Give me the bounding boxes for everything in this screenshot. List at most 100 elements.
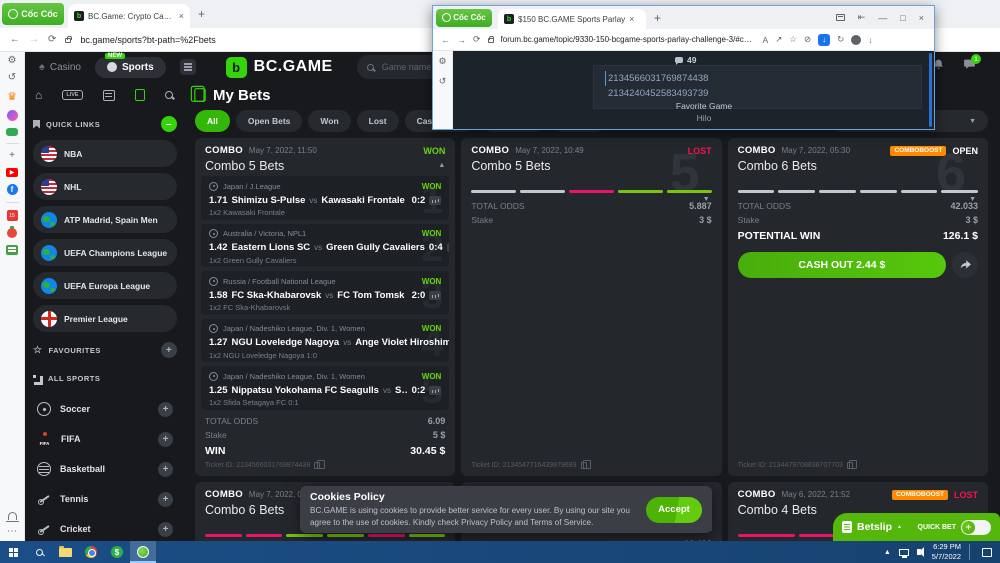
notifications-bell-icon[interactable] xyxy=(8,512,17,520)
sidebar-item-premier-league[interactable]: Premier League xyxy=(33,305,177,332)
expand-icon[interactable]: ▼ xyxy=(969,196,976,203)
copy-icon[interactable] xyxy=(847,462,853,469)
nav-casino[interactable]: ♠ Casino xyxy=(39,61,81,73)
forward-icon[interactable]: → xyxy=(457,35,466,45)
sidebar-item-soccer[interactable]: Soccer + xyxy=(33,394,177,424)
expand-fifa-button[interactable]: + xyxy=(158,432,173,447)
profile-avatar[interactable] xyxy=(851,35,861,45)
sidebar-item-nhl[interactable]: NHL xyxy=(33,173,177,200)
tray-expand-icon[interactable]: ▲ xyxy=(884,549,891,556)
games-icon[interactable] xyxy=(6,128,18,136)
expand-basketball-button[interactable]: + xyxy=(158,462,173,477)
translate-icon[interactable]: A xyxy=(763,35,769,45)
quick-bet-toggle[interactable]: + xyxy=(961,520,991,535)
messenger-icon[interactable] xyxy=(7,110,18,121)
nav-sports[interactable]: NEW Sports xyxy=(95,57,166,78)
facebook-icon[interactable]: f xyxy=(7,184,18,195)
filter-won[interactable]: Won xyxy=(308,110,350,132)
scrollbar[interactable] xyxy=(929,53,932,127)
share-button[interactable] xyxy=(952,252,978,278)
browser-tab[interactable]: b BC.Game: Crypto Casino Gam × xyxy=(68,4,190,28)
network-icon[interactable] xyxy=(899,549,909,556)
sidebar-item-basketball[interactable]: Basketball + xyxy=(33,454,177,484)
coccoc-app[interactable] xyxy=(130,541,156,563)
address-bar[interactable]: bc.game/sports?bt-path=%2Fbets xyxy=(80,35,215,45)
reload-icon[interactable]: ⟳ xyxy=(473,34,481,45)
nav-menu-button[interactable] xyxy=(180,59,196,75)
file-explorer[interactable] xyxy=(52,541,78,563)
sidebar-item-uefa-champions-league[interactable]: UEFA Champions League xyxy=(33,239,177,266)
settings-gear-icon[interactable]: ⚙ xyxy=(8,56,17,66)
stats-icon[interactable] xyxy=(429,291,441,300)
copy-icon[interactable] xyxy=(314,462,320,469)
accept-cookies-button[interactable]: Accept xyxy=(646,497,702,523)
ticket-number[interactable]: 2134566031769874438 xyxy=(605,71,921,86)
add-shortcut-icon[interactable]: + xyxy=(9,151,15,161)
forward-icon[interactable]: → xyxy=(29,34,39,45)
tab-close-icon[interactable]: × xyxy=(179,11,184,21)
sidebar-item-uefa-europa-league[interactable]: UEFA Europa League xyxy=(33,272,177,299)
pin-window-icon[interactable]: ⇤ xyxy=(858,12,866,23)
close-button[interactable]: × xyxy=(919,13,924,23)
sidebar-item-fifa[interactable]: FIFA FIFA + xyxy=(33,424,177,454)
back-icon[interactable]: ← xyxy=(441,35,450,45)
search-sports-icon[interactable] xyxy=(165,91,173,99)
back-icon[interactable]: ← xyxy=(10,34,20,45)
filter-open-bets[interactable]: Open Bets xyxy=(236,110,303,132)
sidebar-item-atp-madrid[interactable]: ATP Madrid, Spain Men xyxy=(33,206,177,233)
stats-icon[interactable] xyxy=(429,196,441,205)
my-bets-icon[interactable] xyxy=(135,89,145,101)
chrome-app[interactable] xyxy=(78,541,104,563)
betslip-bar[interactable]: Betslip ▲ QUICK BET + xyxy=(833,513,1000,541)
minimize-button[interactable]: — xyxy=(878,13,887,23)
schedule-calendar-icon[interactable] xyxy=(103,90,115,101)
popup-tab[interactable]: b $150 BC.GAME Sports Parlay × xyxy=(498,9,646,29)
maximize-button[interactable]: □ xyxy=(900,13,905,23)
download-button[interactable]: ↓ xyxy=(818,34,830,46)
expand-tennis-button[interactable]: + xyxy=(158,492,173,507)
bcgame-logo[interactable]: b BC.GAME xyxy=(226,57,333,78)
new-tab-button[interactable]: + xyxy=(198,7,205,21)
share-icon[interactable]: ↗ xyxy=(775,34,782,45)
history-icon[interactable]: ↺ xyxy=(8,73,16,83)
expand-soccer-button[interactable]: + xyxy=(158,402,173,417)
settings-gear-icon[interactable]: ⚙ xyxy=(438,56,446,67)
stats-icon[interactable] xyxy=(429,386,441,395)
coccoc-logo[interactable]: Cốc Cốc xyxy=(436,9,492,27)
collapse-quick-links-button[interactable]: – xyxy=(161,116,177,132)
taskbar-search[interactable] xyxy=(26,541,52,563)
more-options-icon[interactable]: ⋯ xyxy=(7,527,17,537)
volume-icon[interactable] xyxy=(917,549,921,555)
chat-button[interactable]: 1 xyxy=(963,58,976,76)
sidebar-item-tennis[interactable]: Tennis + xyxy=(33,484,177,514)
downloads-tray-icon[interactable]: ↓ xyxy=(868,35,872,45)
sidebar-item-nba[interactable]: NBA xyxy=(33,140,177,167)
address-bar[interactable]: forum.bc.game/topic/9330-150-bcgame-spor… xyxy=(501,35,756,44)
start-button[interactable] xyxy=(0,541,26,563)
tomato-app-icon[interactable] xyxy=(7,228,17,238)
bookmark-star-icon[interactable]: ☆ xyxy=(789,34,797,45)
crown-icon[interactable]: ♛ xyxy=(7,90,17,103)
coccoc-logo[interactable]: Cốc Cốc xyxy=(2,3,64,25)
expand-cricket-button[interactable]: + xyxy=(158,522,173,537)
live-tab[interactable]: LIVE xyxy=(62,90,82,100)
tab-search-icon[interactable] xyxy=(836,14,845,21)
tab-close-icon[interactable]: × xyxy=(629,14,634,24)
youtube-icon[interactable]: ▶ xyxy=(6,168,18,177)
action-center-icon[interactable] xyxy=(982,548,992,557)
home-icon[interactable]: ⌂ xyxy=(35,89,42,101)
taskbar-clock[interactable]: 6:29 PM 5/7/2022 xyxy=(932,542,961,562)
newsfeed-icon[interactable] xyxy=(6,245,18,255)
reload-icon[interactable]: ⟳ xyxy=(48,34,56,45)
history-icon[interactable]: ↺ xyxy=(439,76,447,87)
sidebar-item-cricket[interactable]: Cricket + xyxy=(33,514,177,541)
stats-icon[interactable] xyxy=(447,243,450,252)
calendar-app-icon[interactable]: 15 xyxy=(7,210,18,221)
sync-icon[interactable]: ↻ xyxy=(837,34,844,45)
ticket-number[interactable]: 2134240452583493739 xyxy=(608,86,921,101)
cash-out-button[interactable]: CASH OUT 2.44 $ xyxy=(738,252,946,278)
new-tab-button[interactable]: + xyxy=(654,11,661,25)
copy-icon[interactable] xyxy=(581,462,587,469)
filter-all[interactable]: All xyxy=(195,110,230,132)
blocker-icon[interactable]: ⊘ xyxy=(804,34,811,45)
